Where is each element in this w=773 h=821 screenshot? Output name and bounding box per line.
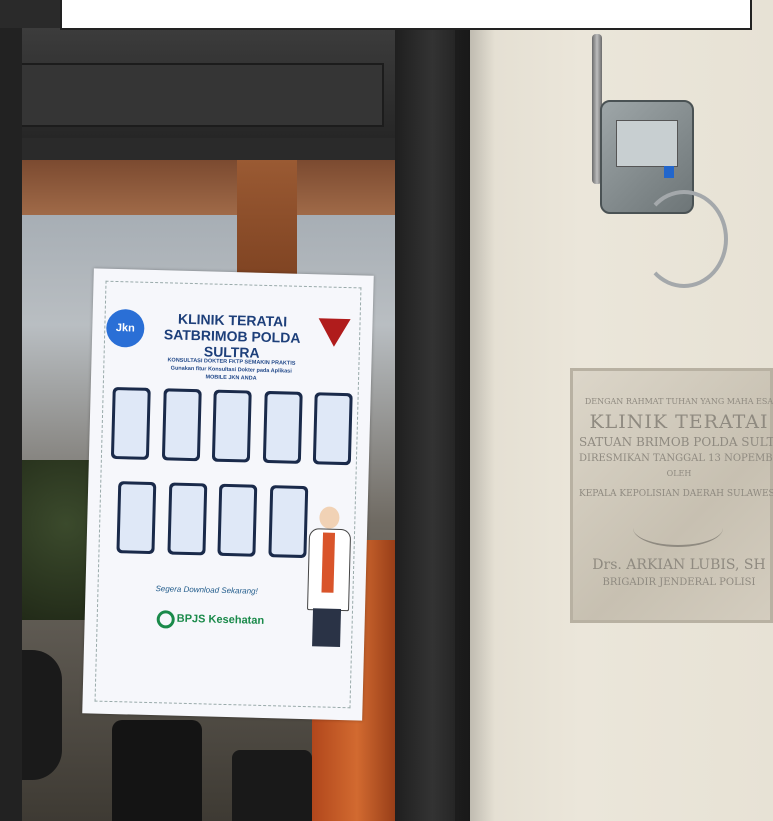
phone-screenshot xyxy=(217,483,258,557)
phone-row-1 xyxy=(110,386,353,473)
door-frame-left xyxy=(0,28,22,821)
meter-display xyxy=(616,120,678,167)
inauguration-plaque: DENGAN RAHMAT TUHAN YANG MAHA ESA KLINIK… xyxy=(570,368,773,623)
chair xyxy=(232,750,312,821)
phone-screenshot xyxy=(110,386,151,460)
phone-screenshot xyxy=(116,481,157,555)
plaque-line4: DIRESMIKAN TANGGAL 13 NOPEMBER xyxy=(579,453,773,464)
door-transom xyxy=(0,28,420,138)
bpjs-brand: BPJS Kesehatan xyxy=(176,612,265,627)
phone-screenshot xyxy=(211,389,252,463)
transom-panel xyxy=(20,63,384,127)
doctor-illustration xyxy=(302,506,354,647)
phone-screenshot xyxy=(312,392,353,466)
plaque-line7: Drs. ARKIAN LUBIS, SH xyxy=(592,557,766,573)
plaque-line5: OLEH xyxy=(666,469,692,478)
poster-title: KLINIK TERATAI SATBRIMOB POLDA SULTRA xyxy=(144,310,321,363)
top-banner xyxy=(60,0,752,30)
bag xyxy=(22,650,62,780)
meter-tag xyxy=(664,166,674,178)
plaque-line6: KEPALA KEPOLISIAN DAERAH SULAWESI TENGGA… xyxy=(579,489,773,499)
chair xyxy=(112,720,202,821)
photo-scene: Jkn KLINIK TERATAI SATBRIMOB POLDA SULTR… xyxy=(0,0,773,821)
brimob-logo xyxy=(317,318,351,348)
phone-row-2 xyxy=(116,481,309,566)
plaque-line2: KLINIK TERATAI xyxy=(589,411,769,433)
plaque-line3: SATUAN BRIMOB POLDA SULTRA xyxy=(579,435,773,449)
phone-screenshot xyxy=(262,390,303,464)
wall-shadow xyxy=(455,0,495,821)
poster: Jkn KLINIK TERATAI SATBRIMOB POLDA SULTR… xyxy=(82,268,374,721)
phone-screenshot xyxy=(161,388,202,462)
phone-screenshot xyxy=(167,482,207,556)
wire-loop xyxy=(640,190,728,288)
signature xyxy=(633,509,723,547)
reflection-roof xyxy=(22,160,395,215)
plaque-line1: DENGAN RAHMAT TUHAN YANG MAHA ESA xyxy=(584,397,773,406)
phone-screenshot xyxy=(268,485,309,559)
plaque-line8: BRIGADIR JENDERAL POLISI xyxy=(602,577,756,588)
